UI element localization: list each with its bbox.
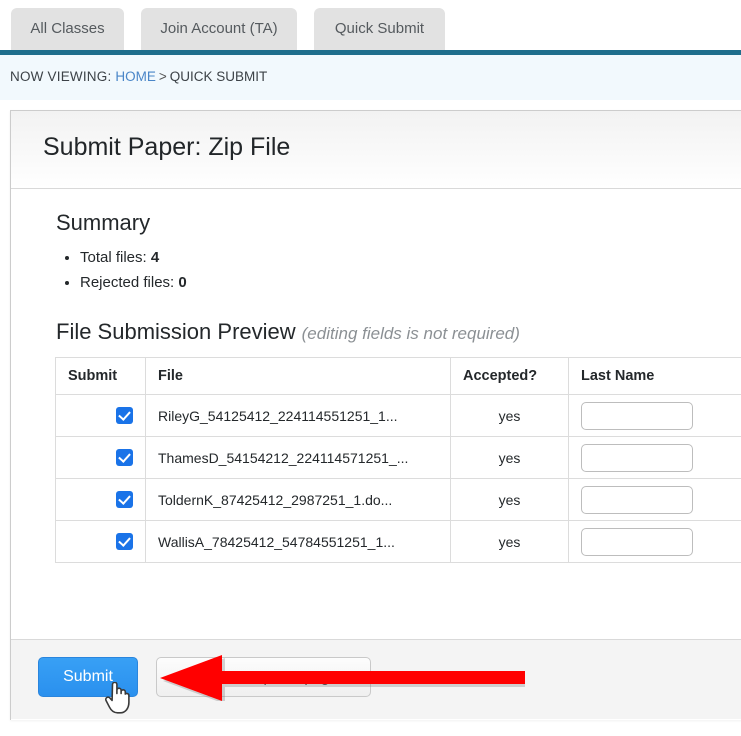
cell-accepted: yes — [450, 520, 569, 563]
tab-quick-submit[interactable]: Quick Submit — [314, 8, 445, 50]
summary-total-files: Total files: 4 — [80, 247, 187, 268]
preview-heading-note: (editing fields is not required) — [301, 324, 520, 343]
tab-bar: All Classes Join Account (TA) Quick Subm… — [0, 0, 741, 50]
checkbox-checked-icon[interactable] — [116, 533, 133, 551]
file-submission-preview-table: Submit File Accepted? Last Name RileyG_5… — [55, 357, 741, 563]
cell-file-name: RileyG_54125412_224114551251_1... — [145, 394, 451, 437]
cell-submit — [55, 520, 146, 563]
panel-header: Submit Paper: Zip File — [11, 111, 741, 189]
cell-last-name — [568, 520, 741, 563]
column-header-accepted: Accepted? — [450, 357, 569, 395]
table-header-row: Submit File Accepted? Last Name — [55, 357, 741, 395]
summary-heading: Summary — [56, 210, 151, 235]
cell-file-name: ThamesD_54154212_224114571251_... — [145, 436, 451, 479]
checkbox-checked-icon[interactable] — [116, 407, 133, 425]
summary-list: Total files: 4 Rejected files: 0 — [56, 247, 187, 297]
breadcrumb: NOW VIEWING: HOME > QUICK SUBMIT — [0, 55, 741, 100]
last-name-input[interactable] — [581, 401, 693, 430]
cell-accepted: yes — [450, 478, 569, 521]
table-row: ThamesD_54154212_224114571251_... yes — [55, 436, 741, 479]
cell-last-name — [568, 436, 741, 479]
cell-last-name — [568, 478, 741, 521]
cell-file-name: ToldernK_87425412_2987251_1.do... — [145, 478, 451, 521]
breadcrumb-link-home[interactable]: HOME — [115, 69, 156, 84]
submit-button[interactable]: Submit — [38, 657, 138, 697]
checkbox-checked-icon[interactable] — [116, 491, 133, 509]
tab-join-account[interactable]: Join Account (TA) — [141, 8, 297, 50]
preview-heading: File Submission Preview (editing fields i… — [56, 319, 520, 345]
cell-last-name — [568, 394, 741, 437]
breadcrumb-separator: > — [158, 69, 167, 84]
column-header-submit: Submit — [55, 357, 146, 395]
summary-total-label: Total files: — [80, 249, 147, 266]
column-header-lastname: Last Name — [568, 357, 741, 395]
panel-body: Summary Total files: 4 Rejected files: 0… — [11, 189, 741, 639]
preview-heading-text: File Submission Preview — [56, 319, 296, 344]
table-body: RileyG_54125412_224114551251_1... yes Tham… — [55, 394, 741, 563]
table-row: WallisA_78425412_54784551251_1... yes — [55, 520, 741, 563]
panel-footer: Submit Return to upload page — [11, 639, 741, 719]
breadcrumb-prefix: NOW VIEWING: — [10, 69, 112, 84]
cell-submit — [55, 394, 146, 437]
cell-file-name: WallisA_78425412_54784551251_1... — [145, 520, 451, 563]
table-row: ToldernK_87425412_2987251_1.do... yes — [55, 478, 741, 521]
last-name-input[interactable] — [581, 443, 693, 472]
return-to-upload-page-button[interactable]: Return to upload page — [156, 657, 371, 697]
summary-total-value: 4 — [150, 249, 160, 266]
tab-all-classes[interactable]: All Classes — [11, 8, 124, 50]
cell-submit — [55, 478, 146, 521]
cell-submit — [55, 436, 146, 479]
checkbox-checked-icon[interactable] — [116, 449, 133, 467]
summary-rejected-value: 0 — [178, 274, 187, 291]
table-row: RileyG_54125412_224114551251_1... yes — [55, 394, 741, 437]
page-title: Submit Paper: Zip File — [43, 133, 291, 161]
last-name-input[interactable] — [581, 485, 693, 514]
submit-paper-panel: Submit Paper: Zip File Summary Total fil… — [10, 110, 741, 720]
last-name-input[interactable] — [581, 527, 693, 556]
summary-rejected-label: Rejected files: — [80, 274, 175, 291]
cell-accepted: yes — [450, 394, 569, 437]
breadcrumb-current: QUICK SUBMIT — [169, 69, 268, 84]
summary-rejected-files: Rejected files: 0 — [80, 272, 187, 293]
column-header-file: File — [145, 357, 451, 395]
cell-accepted: yes — [450, 436, 569, 479]
